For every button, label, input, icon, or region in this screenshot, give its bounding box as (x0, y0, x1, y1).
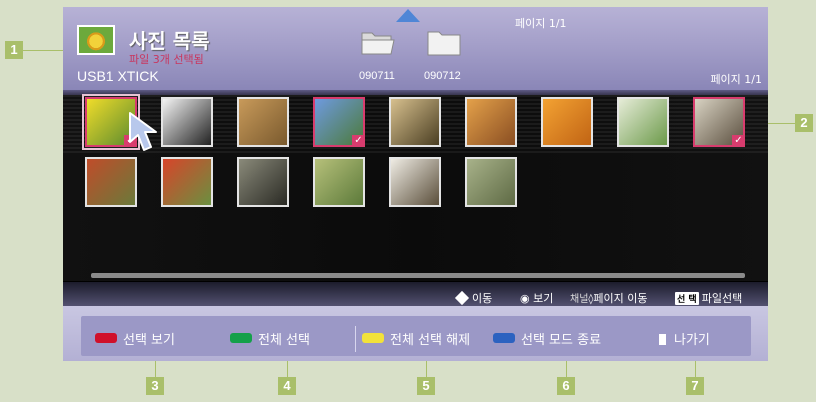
hint-file-select: 선 택 파일선택 (675, 292, 743, 305)
callout-6: 6 (557, 377, 575, 395)
folder-icon[interactable] (427, 29, 461, 56)
blue-key-icon (493, 333, 515, 343)
device-name: USB1 XTICK (77, 68, 159, 84)
red-key-icon (95, 333, 117, 343)
page-title: 사진 목록 (129, 29, 210, 53)
yellow-key-icon (362, 333, 384, 343)
selected-count: 파일 3개 선택됨 (129, 53, 204, 66)
footer-divider (355, 326, 356, 352)
callout-4: 4 (278, 377, 296, 395)
photo-thumbnail-dandelion[interactable] (617, 97, 669, 147)
checkmark-icon: ✓ (352, 135, 365, 147)
green-key-icon (230, 333, 252, 343)
callout-7: 7 (686, 377, 704, 395)
folder-icon-open[interactable] (361, 29, 395, 56)
photo-thumbnail-sunset[interactable] (389, 97, 441, 147)
photo-thumbnail-red-rose[interactable] (161, 157, 213, 207)
callout-2: 2 (795, 114, 813, 132)
dpad-icon (454, 290, 470, 306)
callout-1: 1 (5, 41, 23, 59)
photo-thumbnail-autumn-tree[interactable] (465, 97, 517, 147)
photo-thumbnail-park[interactable] (313, 157, 365, 207)
ok-button-icon: ◉ (520, 292, 534, 305)
callout-3: 3 (146, 377, 164, 395)
photo-thumbnail-oranges[interactable] (541, 97, 593, 147)
up-arrow-icon[interactable] (396, 9, 420, 22)
photo-thumbnail-pebbles[interactable]: ✓ (693, 97, 745, 147)
callout-5: 5 (417, 377, 435, 395)
view-selected-button[interactable]: 선택 보기 (95, 329, 175, 348)
hint-page-move: 채널◊페이지 이동 (570, 292, 648, 305)
photo-thumbnail-ink-painting[interactable] (161, 97, 213, 147)
header: 사진 목록 파일 3개 선택됨 USB1 XTICK 페이지 1/1 페이지 1… (63, 7, 768, 90)
photo-thumbnail-forest[interactable] (465, 157, 517, 207)
photo-thumbnail-hallway[interactable] (389, 157, 441, 207)
photo-thumbnail-bookshelf[interactable] (237, 97, 289, 147)
hint-view: ◉ 보기 (520, 292, 554, 305)
tv-screen: 사진 목록 파일 3개 선택됨 USB1 XTICK 페이지 1/1 페이지 1… (63, 7, 768, 361)
photo-thumbnail-stone-pot[interactable] (237, 157, 289, 207)
pointer-cursor-icon (129, 112, 157, 151)
select-key-badge: 선 택 (675, 292, 699, 305)
photo-thumbnail-red-berries[interactable] (85, 157, 137, 207)
deselect-all-button[interactable]: 전체 선택 해제 (362, 329, 470, 348)
photo-thumbnail-blue-flowers[interactable]: ✓ (313, 97, 365, 147)
hint-move: 이동 (454, 290, 492, 306)
page-indicator-top: 페이지 1/1 (515, 17, 567, 30)
folder-label-1[interactable]: 090711 (359, 70, 395, 82)
photo-list-icon (77, 25, 115, 55)
exit-select-mode-button[interactable]: 선택 모드 종료 (493, 329, 601, 348)
checkmark-icon: ✓ (732, 135, 745, 147)
scrollbar[interactable] (91, 273, 745, 278)
exit-button[interactable]: 나가기 (659, 329, 710, 348)
select-all-button[interactable]: 전체 선택 (230, 329, 310, 348)
page-indicator: 페이지 1/1 (710, 73, 762, 86)
exit-icon (659, 334, 666, 345)
folder-label-2[interactable]: 090712 (424, 70, 461, 82)
